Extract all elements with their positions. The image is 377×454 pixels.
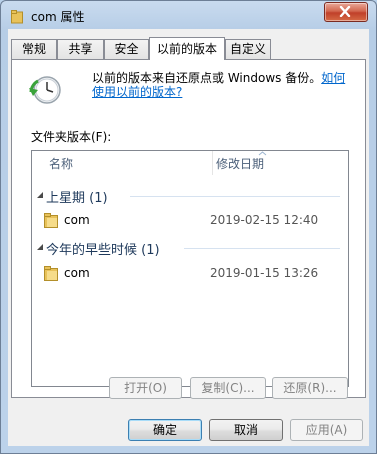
window-title: com 属性 — [31, 10, 85, 24]
close-icon — [339, 6, 351, 17]
folder-versions-label: 文件夹版本(F): — [31, 130, 112, 144]
tab-customize[interactable]: 自定义 — [225, 39, 271, 59]
group-name: 今年的早些时候 (1) — [46, 243, 160, 258]
restore-clock-icon — [29, 76, 61, 104]
version-name: com — [64, 266, 90, 280]
info-text: 以前的版本来自还原点或 Windows 备份。如何 使用以前的版本? — [92, 71, 357, 99]
previous-versions-panel: 以前的版本来自还原点或 Windows 备份。如何 使用以前的版本? 文件夹版本… — [11, 59, 366, 398]
open-button[interactable]: 打开(O) — [109, 377, 182, 399]
how-to-link[interactable]: 如何 — [321, 71, 345, 85]
group-divider — [184, 248, 340, 249]
chevron-down-icon[interactable] — [37, 244, 44, 251]
apply-button[interactable]: 应用(A) — [290, 419, 363, 441]
group-name: 上星期 (1) — [46, 191, 108, 206]
folder-icon — [44, 213, 58, 228]
versions-list[interactable]: 名称 修改日期 上星期 (1) com 2019-02-15 12:40 今年的… — [31, 150, 349, 387]
dialog-client: 常规 共享 安全 以前的版本 自定义 以前的版本来自还原点或 Windows 备… — [8, 29, 369, 446]
ok-button[interactable]: 确定 — [128, 419, 202, 441]
close-button[interactable] — [324, 2, 368, 22]
version-row[interactable]: com 2019-02-15 12:40 — [32, 209, 348, 231]
group-header-earlier-this-year[interactable]: 今年的早些时候 (1) — [32, 237, 348, 259]
info-description: 以前的版本来自还原点或 Windows 备份。 — [92, 71, 322, 85]
folder-icon — [11, 10, 23, 24]
cancel-button[interactable]: 取消 — [209, 419, 283, 441]
how-to-link-continued[interactable]: 使用以前的版本? — [92, 85, 182, 99]
version-name: com — [64, 213, 90, 227]
chevron-down-icon[interactable] — [37, 192, 44, 199]
tab-general[interactable]: 常规 — [11, 39, 57, 59]
tab-security[interactable]: 安全 — [104, 39, 149, 59]
tab-sharing[interactable]: 共享 — [57, 39, 104, 59]
version-row[interactable]: com 2019-01-15 13:26 — [32, 262, 348, 284]
column-header-modified[interactable]: 修改日期 — [216, 155, 264, 172]
folder-icon — [44, 266, 58, 281]
restore-button[interactable]: 还原(R)... — [272, 377, 348, 399]
column-separator[interactable] — [212, 151, 213, 175]
column-header-name[interactable]: 名称 — [49, 155, 73, 172]
version-date: 2019-01-15 13:26 — [210, 266, 319, 280]
version-date: 2019-02-15 12:40 — [210, 213, 319, 227]
group-divider — [130, 196, 340, 197]
copy-button[interactable]: 复制(C)... — [190, 377, 266, 399]
title-bar[interactable]: com 属性 — [1, 1, 376, 29]
tab-previous-versions[interactable]: 以前的版本 — [149, 37, 225, 60]
group-header-last-week[interactable]: 上星期 (1) — [32, 185, 348, 207]
properties-window: com 属性 常规 共享 安全 以前的版本 自定义 以前的版本来自还原点或 Wi… — [0, 0, 377, 454]
